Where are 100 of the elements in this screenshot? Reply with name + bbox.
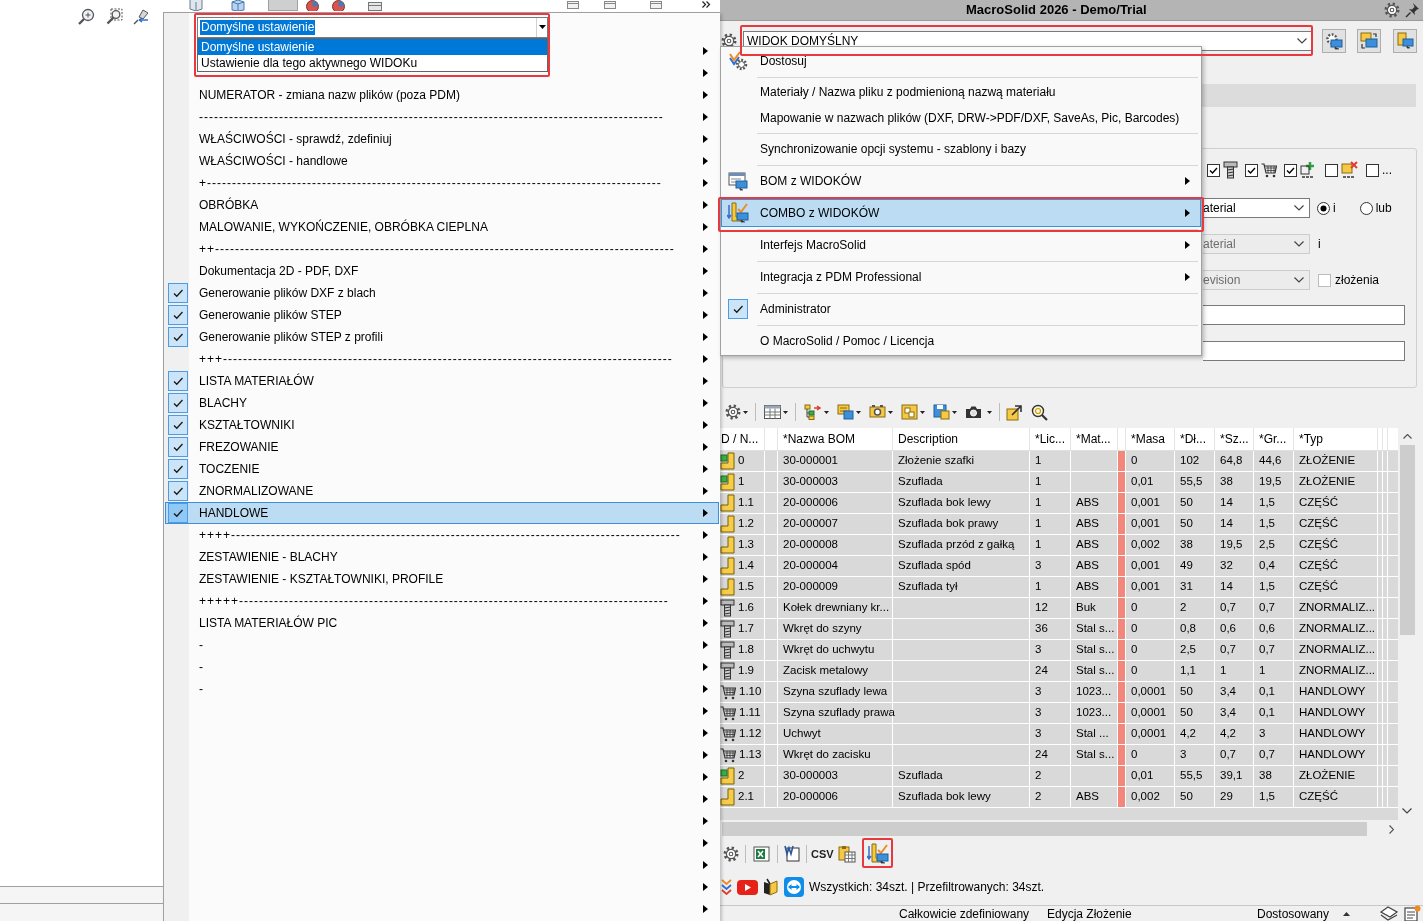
table-cell: 0,4 — [1254, 556, 1294, 576]
table-cell: 3 — [1254, 724, 1294, 744]
table-cell: 0,0001 — [1126, 724, 1175, 744]
table-cell: 1 — [1030, 577, 1071, 597]
table-cell: 20-000006 — [778, 493, 893, 513]
table-cell: 31 — [1175, 577, 1215, 597]
table-cell: 24 — [1030, 745, 1071, 765]
table-cell: HANDLOWY — [1294, 724, 1378, 744]
table-cell: 1,5 — [1254, 514, 1294, 534]
table-cell: 4,2 — [1215, 724, 1254, 744]
table-cell: 2,5 — [1175, 640, 1215, 660]
table-cell: 0,7 — [1215, 640, 1254, 660]
table-cell: 3 — [1175, 745, 1215, 765]
table-cell: 3 — [1030, 682, 1071, 702]
table-cell: Szuflada — [893, 472, 1030, 492]
table-cell: 2 — [1030, 787, 1071, 807]
table-cell-text: 1.1 — [738, 495, 754, 511]
status-text: Dostosowany — [1257, 906, 1330, 921]
table-cell: Szuflada bok prawy — [893, 514, 1030, 534]
table-cell: 3 — [1030, 724, 1071, 744]
table-cell: 55,5 — [1175, 472, 1215, 492]
table-cell: 1,5 — [1254, 493, 1294, 513]
status-text: Edycja Złożenie — [1047, 906, 1132, 921]
table-cell: 0,7 — [1254, 598, 1294, 618]
table-cell: 0 — [1126, 451, 1175, 471]
table-cell-text: 0 — [738, 453, 745, 469]
table-cell: 0,6 — [1254, 619, 1294, 639]
table-cell: 0,7 — [1215, 598, 1254, 618]
table-cell: Kołek drewniany kr... — [778, 598, 893, 618]
table-cell: 12 — [1030, 598, 1071, 618]
table-cell-text: 1.11 — [739, 705, 761, 721]
table-cell: 0,0001 — [1126, 682, 1175, 702]
table-cell-text: 1.7 — [738, 621, 754, 637]
table-cell: Uchwyt — [778, 724, 893, 744]
table-cell: 30-000003 — [778, 766, 893, 786]
table-cell: 0,001 — [1126, 556, 1175, 576]
table-cell: CZĘŚĆ — [1294, 535, 1378, 555]
table-cell: 0,7 — [1254, 640, 1294, 660]
table-cell-text: 1.3 — [738, 537, 754, 553]
table-cell: 1 — [1030, 514, 1071, 534]
table-cell: 1,5 — [1254, 787, 1294, 807]
table-cell: 0 — [1126, 661, 1175, 681]
table-cell: 14 — [1215, 577, 1254, 597]
table-cell: 1 — [1215, 661, 1254, 681]
table-cell-text: 1 — [738, 474, 745, 490]
table-cell: 20-000007 — [778, 514, 893, 534]
table-cell: 44,6 — [1254, 451, 1294, 471]
table-cell-text: 1.10 — [739, 684, 762, 700]
table-cell: 50 — [1175, 493, 1215, 513]
table-cell: 3 — [1030, 556, 1071, 576]
table-cell: Wkręt do zacisku — [778, 745, 893, 765]
table-cell: 1 — [1254, 661, 1294, 681]
table-cell: 0,1 — [1254, 703, 1294, 723]
table-cell: 39,1 — [1215, 766, 1254, 786]
table-cell: 50 — [1175, 514, 1215, 534]
table-cell: 4,2 — [1175, 724, 1215, 744]
table-cell: Szuflada — [893, 766, 1030, 786]
table-cell: 1 — [1030, 472, 1071, 492]
table-cell: 19,5 — [1215, 535, 1254, 555]
table-cell: 29 — [1215, 787, 1254, 807]
table-cell: 20-000006 — [778, 787, 893, 807]
table-cell: 64,8 — [1215, 451, 1254, 471]
table-cell: HANDLOWY — [1294, 745, 1378, 765]
table-cell: CZĘŚĆ — [1294, 514, 1378, 534]
table-cell: Szuflada spód — [893, 556, 1030, 576]
table-cell-text: 1.13 — [739, 747, 762, 763]
table-cell: CZĘŚĆ — [1294, 493, 1378, 513]
table-cell: Zacisk metalowy — [778, 661, 893, 681]
table-cell-text: 1.5 — [738, 579, 754, 595]
status-text: Całkowicie zdefiniowany — [899, 906, 1030, 921]
table-cell: 0,7 — [1254, 745, 1294, 765]
table-cell-text: 1.12 — [739, 726, 762, 742]
table-cell: 1,1 — [1175, 661, 1215, 681]
table-cell: HANDLOWY — [1294, 703, 1378, 723]
table-cell: 30-000001 — [778, 451, 893, 471]
table-cell: 49 — [1175, 556, 1215, 576]
table-cell: Szyna szuflady prawa — [778, 703, 893, 723]
table-cell: CZĘŚĆ — [1294, 787, 1378, 807]
table-cell: Złożenie szafki — [893, 451, 1030, 471]
table-cell: 38 — [1215, 472, 1254, 492]
table-cell: 1 — [1030, 535, 1071, 555]
table-cell: 0,6 — [1215, 619, 1254, 639]
table-cell: 36 — [1030, 619, 1071, 639]
table-cell-text: 1.4 — [738, 558, 754, 574]
table-cell: 38 — [1175, 535, 1215, 555]
table-cell: 14 — [1215, 493, 1254, 513]
table-cell: HANDLOWY — [1294, 682, 1378, 702]
table-cell: 0 — [1126, 640, 1175, 660]
table-cell: 20-000009 — [778, 577, 893, 597]
table-cell: 3 — [1030, 640, 1071, 660]
table-cell: 0,01 — [1126, 766, 1175, 786]
table-cell: 14 — [1215, 514, 1254, 534]
table-cell: 0,001 — [1126, 514, 1175, 534]
table-cell: Szuflada tył — [893, 577, 1030, 597]
table-cell: 32 — [1215, 556, 1254, 576]
table-cell: ZŁOŻENIE — [1294, 451, 1378, 471]
table-cell: ZNORMALIZ... — [1294, 661, 1378, 681]
table-cell: 3,4 — [1215, 682, 1254, 702]
table-cell-text: 1.9 — [738, 663, 754, 679]
table-cell: Szuflada bok lewy — [893, 787, 1030, 807]
